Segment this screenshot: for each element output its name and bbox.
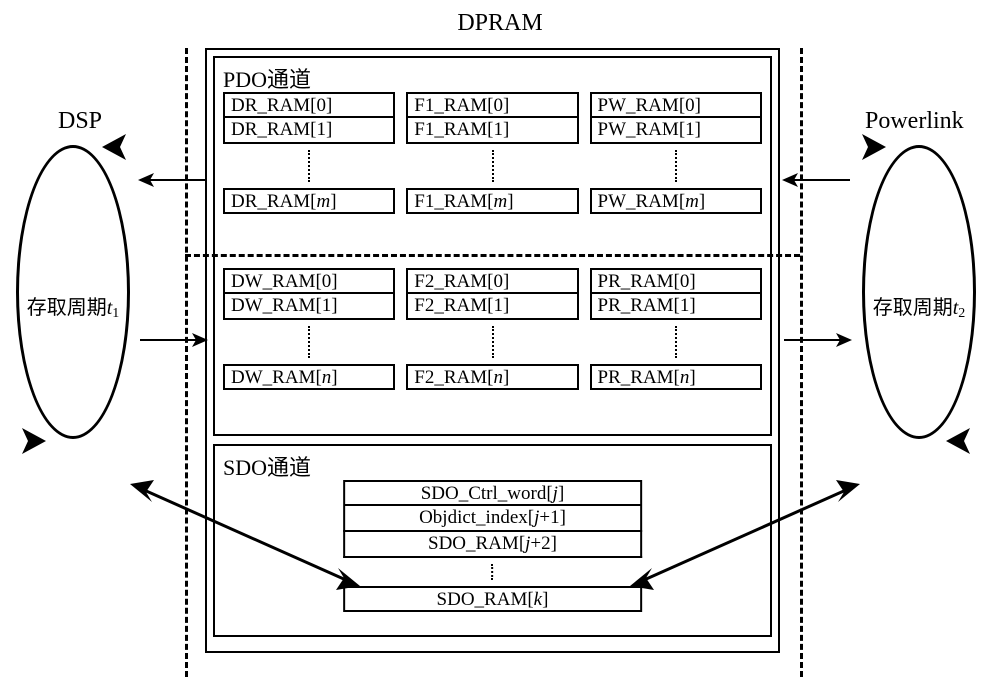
sdo-ctrl-word: SDO_Ctrl_word[j]: [343, 480, 643, 506]
pdo-upper-columns: DR_RAM[0] DR_RAM[1] DR_RAM[m] F1_RAM[0] …: [223, 92, 762, 214]
f2-ram-0: F2_RAM[0]: [406, 268, 578, 294]
sdo-title: SDO通道: [223, 450, 762, 482]
dsp-period-label: 存取周期t1: [27, 291, 120, 324]
f1-ram-0: F1_RAM[0]: [406, 92, 578, 118]
arrow-pdo-lower-to-pl: [782, 330, 852, 355]
sdo-ram-k: SDO_RAM[k]: [343, 586, 643, 612]
col-pw-ram: PW_RAM[0] PW_RAM[1] PW_RAM[m]: [590, 92, 762, 214]
vdots: [406, 320, 578, 364]
pdo-lower-columns: DW_RAM[0] DW_RAM[1] DW_RAM[n] F2_RAM[0] …: [223, 268, 762, 390]
pl-loop-arrowhead-bottom: [946, 426, 986, 461]
pr-ram-0: PR_RAM[0]: [590, 268, 762, 294]
dw-ram-1: DW_RAM[1]: [223, 294, 395, 320]
vdots: [343, 558, 643, 586]
pdo-title: PDO通道: [223, 62, 762, 94]
dw-ram-0: DW_RAM[0]: [223, 268, 395, 294]
pr-ram-n: PR_RAM[n]: [590, 364, 762, 390]
f1-ram-m: F1_RAM[m]: [406, 188, 578, 214]
pl-period-prefix: 存取周期: [873, 297, 953, 319]
pl-loop-arrowhead-top: [850, 132, 890, 167]
powerlink-label: Powerlink: [865, 108, 964, 135]
dpram-box: PDO通道 DR_RAM[0] DR_RAM[1] DR_RAM[m] F1_R…: [205, 48, 780, 653]
diagram-root: DPRAM DSP Powerlink 存取周期t1 存取周期t2: [10, 10, 990, 677]
powerlink-ellipse: 存取周期t2: [862, 145, 976, 439]
pw-ram-0: PW_RAM[0]: [590, 92, 762, 118]
dsp-period-prefix: 存取周期: [27, 297, 107, 319]
vdots: [223, 320, 395, 364]
sdo-channel-box: SDO通道 SDO_Ctrl_word[j] Objdict_index[j+1…: [213, 444, 772, 637]
col-f1-ram: F1_RAM[0] F1_RAM[1] F1_RAM[m]: [406, 92, 578, 214]
dsp-loop-arrowhead-bottom: [10, 426, 50, 461]
sdo-ram-j2: SDO_RAM[j+2]: [343, 532, 643, 558]
pw-ram-m: PW_RAM[m]: [590, 188, 762, 214]
col-f2-ram: F2_RAM[0] F2_RAM[1] F2_RAM[n]: [406, 268, 578, 390]
dr-ram-m: DR_RAM[m]: [223, 188, 395, 214]
vdots: [590, 144, 762, 188]
vdots: [406, 144, 578, 188]
pl-period-sub: 2: [958, 306, 965, 321]
dsp-ellipse: 存取周期t1: [16, 145, 130, 439]
vdots: [590, 320, 762, 364]
sdo-stack: SDO_Ctrl_word[j] Objdict_index[j+1] SDO_…: [343, 480, 643, 612]
pw-ram-1: PW_RAM[1]: [590, 118, 762, 144]
dr-ram-0: DR_RAM[0]: [223, 92, 395, 118]
dsp-period-sub: 1: [112, 306, 119, 321]
pdo-rw-divider-dash: [185, 254, 800, 257]
f1-ram-1: F1_RAM[1]: [406, 118, 578, 144]
arrow-dsp-to-pdo-lower: [138, 330, 208, 355]
f2-ram-1: F2_RAM[1]: [406, 294, 578, 320]
dw-ram-n: DW_RAM[n]: [223, 364, 395, 390]
col-pr-ram: PR_RAM[0] PR_RAM[1] PR_RAM[n]: [590, 268, 762, 390]
arrow-pdo-upper-to-dsp: [138, 170, 208, 195]
dr-ram-1: DR_RAM[1]: [223, 118, 395, 144]
dpram-title: DPRAM: [457, 10, 542, 37]
powerlink-period-label: 存取周期t2: [873, 291, 966, 324]
pdo-channel-box: PDO通道 DR_RAM[0] DR_RAM[1] DR_RAM[m] F1_R…: [213, 56, 772, 436]
f2-ram-n: F2_RAM[n]: [406, 364, 578, 390]
dsp-label: DSP: [58, 108, 102, 135]
arrow-pl-to-pdo-upper: [782, 170, 852, 195]
col-dr-ram: DR_RAM[0] DR_RAM[1] DR_RAM[m]: [223, 92, 395, 214]
dsp-loop-arrowhead-top: [102, 132, 142, 167]
col-dw-ram: DW_RAM[0] DW_RAM[1] DW_RAM[n]: [223, 268, 395, 390]
objdict-index: Objdict_index[j+1]: [343, 506, 643, 532]
vdots: [223, 144, 395, 188]
pr-ram-1: PR_RAM[1]: [590, 294, 762, 320]
